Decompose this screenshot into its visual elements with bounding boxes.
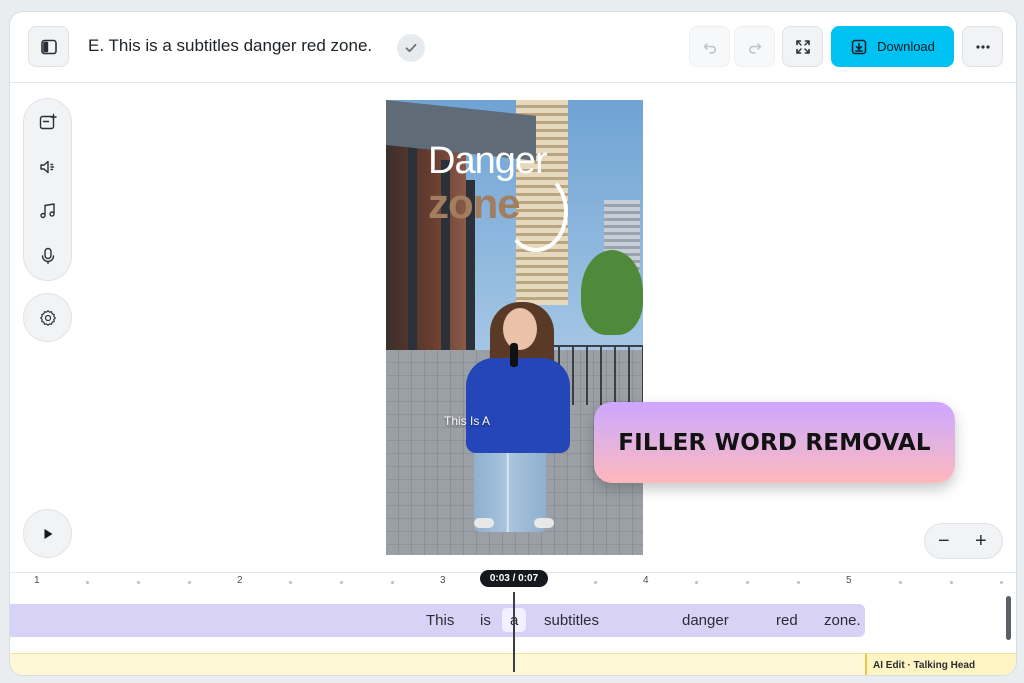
video-microphone — [510, 343, 518, 367]
filler-word-removal-badge: FILLER WORD REMOVAL — [594, 402, 955, 483]
download-icon — [851, 39, 867, 54]
transcript-word[interactable]: red — [776, 612, 798, 629]
audio-tool[interactable] — [36, 155, 60, 179]
play-icon — [44, 528, 52, 539]
ai-edit-track[interactable]: AI Edit · Talking Head — [865, 653, 1016, 675]
zoom-in-button[interactable]: + — [975, 530, 987, 553]
download-button[interactable]: Download — [831, 26, 954, 67]
video-person-face — [503, 308, 537, 350]
ruler-dot — [188, 581, 191, 584]
download-label: Download — [877, 39, 935, 54]
ai-edit-label: AI Edit · Talking Head — [873, 660, 976, 671]
video-person-body — [466, 358, 570, 453]
voiceover-tool[interactable] — [36, 244, 60, 268]
add-media-icon — [39, 113, 57, 130]
more-options-button[interactable] — [962, 26, 1003, 67]
editor-window: E. This is a subtitles danger red zone. — [9, 11, 1017, 676]
ruler-dot — [746, 581, 749, 584]
playhead[interactable] — [513, 592, 515, 672]
ruler-dot — [594, 581, 597, 584]
fullscreen-button[interactable] — [782, 26, 823, 67]
ruler-dot — [1000, 581, 1003, 584]
transcript-word[interactable]: is — [480, 612, 491, 629]
ruler-label: 4 — [643, 575, 649, 586]
ruler-dot — [86, 581, 89, 584]
transcript-word[interactable]: subtitles — [544, 612, 599, 629]
add-media-tool[interactable] — [36, 111, 60, 135]
music-tool[interactable] — [36, 199, 60, 223]
ruler-label: 2 — [237, 575, 243, 586]
volume-icon — [40, 160, 55, 174]
ruler-label: 3 — [440, 575, 446, 586]
ruler-label: 5 — [846, 575, 852, 586]
ruler-dot — [950, 581, 953, 584]
video-clip-track[interactable] — [10, 653, 865, 675]
music-icon — [40, 203, 55, 219]
check-icon — [405, 43, 417, 53]
zoom-out-button[interactable]: − — [938, 530, 950, 553]
zoom-control: − + — [924, 523, 1003, 559]
timeline-scrollbar[interactable] — [1006, 596, 1011, 640]
undo-icon — [703, 42, 716, 54]
redo-button[interactable] — [734, 26, 775, 67]
transcript-word[interactable]: This — [426, 612, 454, 629]
save-status-badge — [397, 34, 425, 62]
ruler-label: 1 — [34, 575, 40, 586]
transcript-track[interactable]: This is a subtitles danger red zone. — [10, 604, 865, 637]
ruler-dot — [340, 581, 343, 584]
gear-icon — [39, 309, 56, 326]
header: E. This is a subtitles danger red zone. — [10, 12, 1016, 83]
redo-icon — [748, 42, 761, 54]
video-shoe — [474, 518, 494, 528]
undo-button[interactable] — [689, 26, 730, 67]
more-icon — [975, 44, 990, 49]
ruler-dot — [289, 581, 292, 584]
play-button[interactable] — [23, 509, 72, 558]
sidebar-toggle-button[interactable] — [28, 26, 69, 67]
transcript-word[interactable]: zone. — [824, 612, 861, 629]
ruler-dot — [695, 581, 698, 584]
video-caption: This Is A — [444, 414, 491, 428]
settings-button[interactable] — [23, 293, 72, 342]
video-tree — [581, 250, 643, 335]
tool-panel — [23, 98, 72, 281]
microphone-icon — [41, 247, 55, 265]
ruler-dot — [137, 581, 140, 584]
ruler-dot — [797, 581, 800, 584]
fullscreen-icon — [795, 39, 810, 54]
video-preview[interactable]: Danger zone This Is A — [386, 100, 643, 555]
playhead-timecode: 0:03 / 0:07 — [480, 570, 548, 587]
video-shoe — [534, 518, 554, 528]
project-title[interactable]: E. This is a subtitles danger red zone. — [88, 36, 372, 56]
sidebar-toggle-icon — [40, 39, 57, 54]
video-headline-ring — [504, 172, 568, 252]
ruler-dot — [899, 581, 902, 584]
ruler-dot — [391, 581, 394, 584]
transcript-word[interactable]: danger — [682, 612, 729, 629]
